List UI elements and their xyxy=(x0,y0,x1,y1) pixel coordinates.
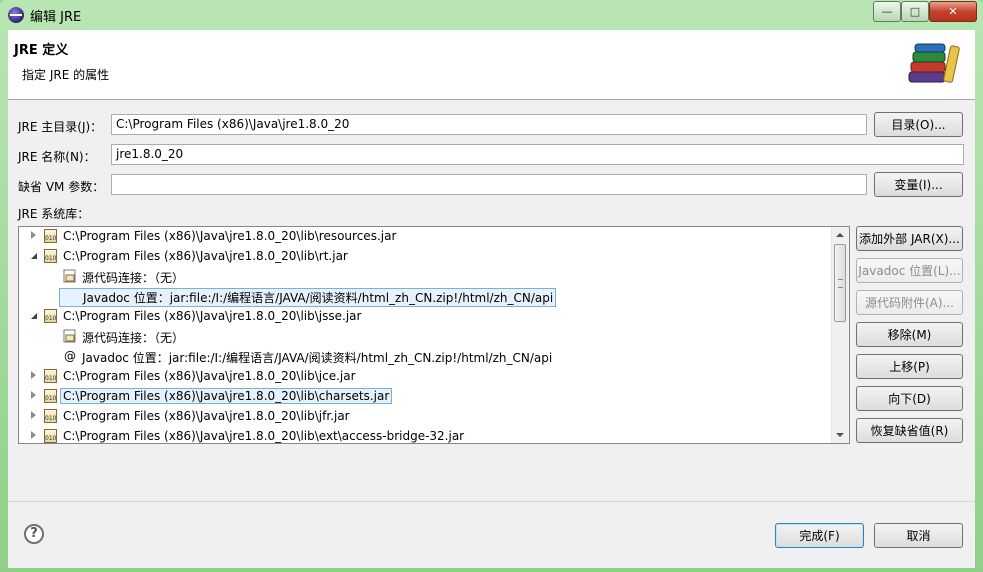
jar-icon: 010 xyxy=(44,389,57,403)
tree-row-javadoc[interactable]: @ Javadoc 位置：jar:file:/I:/编程语言/JAVA/阅读资料… xyxy=(19,347,831,367)
close-button[interactable]: ✕ xyxy=(929,1,977,22)
expand-toggle-icon[interactable] xyxy=(31,231,36,239)
cancel-button[interactable]: 取消 xyxy=(874,523,963,548)
finish-button[interactable]: 完成(F) xyxy=(775,523,864,548)
add-external-jar-button[interactable]: 添加外部 JAR(X)... xyxy=(856,226,963,251)
tree-row-source-attachment[interactable]: 源代码连接：（无） xyxy=(19,327,831,347)
books-icon xyxy=(908,43,960,83)
window-title: 编辑 JRE xyxy=(30,10,82,25)
restore-defaults-button[interactable]: 恢复缺省值(R) xyxy=(856,418,963,443)
dialog-footer: ? 完成(F) 取消 xyxy=(8,501,975,568)
maximize-button[interactable]: □ xyxy=(901,1,929,22)
tree-row-charsets[interactable]: 010 C:\Program Files (x86)\Java\jre1.8.0… xyxy=(19,387,831,407)
tree-row-rt[interactable]: 010 C:\Program Files (x86)\Java\jre1.8.0… xyxy=(19,247,831,267)
collapse-toggle-icon[interactable] xyxy=(31,253,37,259)
expand-toggle-icon[interactable] xyxy=(31,411,36,419)
jar-icon: 010 xyxy=(44,409,57,423)
vm-args-input[interactable] xyxy=(111,174,867,195)
tree-row-label: C:\Program Files (x86)\Java\jre1.8.0_20\… xyxy=(63,369,356,383)
title-bar[interactable]: 编辑 JRE — □ ✕ xyxy=(0,0,983,30)
source-attachment-icon xyxy=(63,329,76,343)
javadoc-location-button[interactable]: Javadoc 位置(L)... xyxy=(856,258,963,283)
scroll-down-icon[interactable] xyxy=(836,433,844,437)
tree-row-label: C:\Program Files (x86)\Java\jre1.8.0_20\… xyxy=(63,249,348,263)
move-down-button[interactable]: 向下(D) xyxy=(856,386,963,411)
tree-row-label: C:\Program Files (x86)\Java\jre1.8.0_20\… xyxy=(63,229,397,243)
collapse-toggle-icon[interactable] xyxy=(31,313,37,319)
source-attachment-button[interactable]: 源代码附件(A)... xyxy=(856,290,963,315)
tree-row-label: 源代码连接：（无） xyxy=(82,271,185,285)
tree-row-jsse[interactable]: 010 C:\Program Files (x86)\Java\jre1.8.0… xyxy=(19,307,831,327)
javadoc-icon: @ xyxy=(64,349,76,363)
tree-row-jce[interactable]: 010 C:\Program Files (x86)\Java\jre1.8.0… xyxy=(19,367,831,387)
libraries-label: JRE 系统库： xyxy=(18,207,90,221)
jre-home-label: JRE 主目录(J)： xyxy=(18,120,103,134)
library-tree[interactable]: 010 C:\Program Files (x86)\Java\jre1.8.0… xyxy=(18,226,850,444)
variables-button[interactable]: 变量(I)... xyxy=(874,172,963,197)
jre-name-input[interactable]: jre1.8.0_20 xyxy=(111,144,964,165)
tree-row-javadoc[interactable]: @ Javadoc 位置：jar:file:/I:/编程语言/JAVA/阅读资料… xyxy=(19,287,831,307)
tree-row-label: C:\Program Files (x86)\Java\jre1.8.0_20\… xyxy=(63,309,362,323)
source-attachment-icon xyxy=(63,269,76,283)
dialog-header: JRE 定义 指定 JRE 的属性 xyxy=(8,30,975,100)
tree-row-access-bridge[interactable]: 010 C:\Program Files (x86)\Java\jre1.8.0… xyxy=(19,427,831,443)
directory-button[interactable]: 目录(O)... xyxy=(874,112,963,137)
tree-row-jfr[interactable]: 010 C:\Program Files (x86)\Java\jre1.8.0… xyxy=(19,407,831,427)
jar-icon: 010 xyxy=(44,229,57,243)
remove-button[interactable]: 移除(M) xyxy=(856,322,963,347)
vertical-scrollbar[interactable] xyxy=(831,227,849,443)
expand-toggle-icon[interactable] xyxy=(31,431,36,439)
header-title: JRE 定义 xyxy=(14,43,69,58)
dialog-window: 编辑 JRE — □ ✕ JRE 定义 指定 JRE 的属性 JRE 主目录(J… xyxy=(0,0,983,572)
expand-toggle-icon[interactable] xyxy=(31,371,36,379)
tree-row-label-selected: Javadoc 位置：jar:file:/I:/编程语言/JAVA/阅读资料/h… xyxy=(59,288,557,307)
jar-icon: 010 xyxy=(44,369,57,383)
eclipse-icon xyxy=(8,7,24,23)
header-subtitle: 指定 JRE 的属性 xyxy=(22,68,110,82)
vm-args-label: 缺省 VM 参数： xyxy=(18,180,105,194)
tree-row-source-attachment[interactable]: 源代码连接：（无） xyxy=(19,267,831,287)
jre-name-label: JRE 名称(N)： xyxy=(18,150,96,164)
jar-icon: 010 xyxy=(44,249,57,263)
scrollbar-thumb[interactable] xyxy=(834,244,846,322)
tree-row-label: Javadoc 位置：jar:file:/I:/编程语言/JAVA/阅读资料/h… xyxy=(82,351,553,365)
help-icon[interactable]: ? xyxy=(24,524,44,544)
tree-row-label: 源代码连接：（无） xyxy=(82,331,185,345)
tree-row-label: C:\Program Files (x86)\Java\jre1.8.0_20\… xyxy=(63,429,465,443)
move-up-button[interactable]: 上移(P) xyxy=(856,354,963,379)
jre-home-input[interactable]: C:\Program Files (x86)\Java\jre1.8.0_20 xyxy=(111,114,867,135)
tree-row-resources[interactable]: 010 C:\Program Files (x86)\Java\jre1.8.0… xyxy=(19,227,831,247)
grip-icon xyxy=(838,279,843,288)
jar-icon: 010 xyxy=(44,309,57,323)
scroll-up-icon[interactable] xyxy=(836,233,844,237)
jar-icon: 010 xyxy=(44,429,57,443)
minimize-button[interactable]: — xyxy=(873,1,901,22)
tree-row-label: C:\Program Files (x86)\Java\jre1.8.0_20\… xyxy=(63,409,350,423)
tree-row-label-selected: C:\Program Files (x86)\Java\jre1.8.0_20\… xyxy=(60,388,393,404)
expand-toggle-icon[interactable] xyxy=(31,391,36,399)
